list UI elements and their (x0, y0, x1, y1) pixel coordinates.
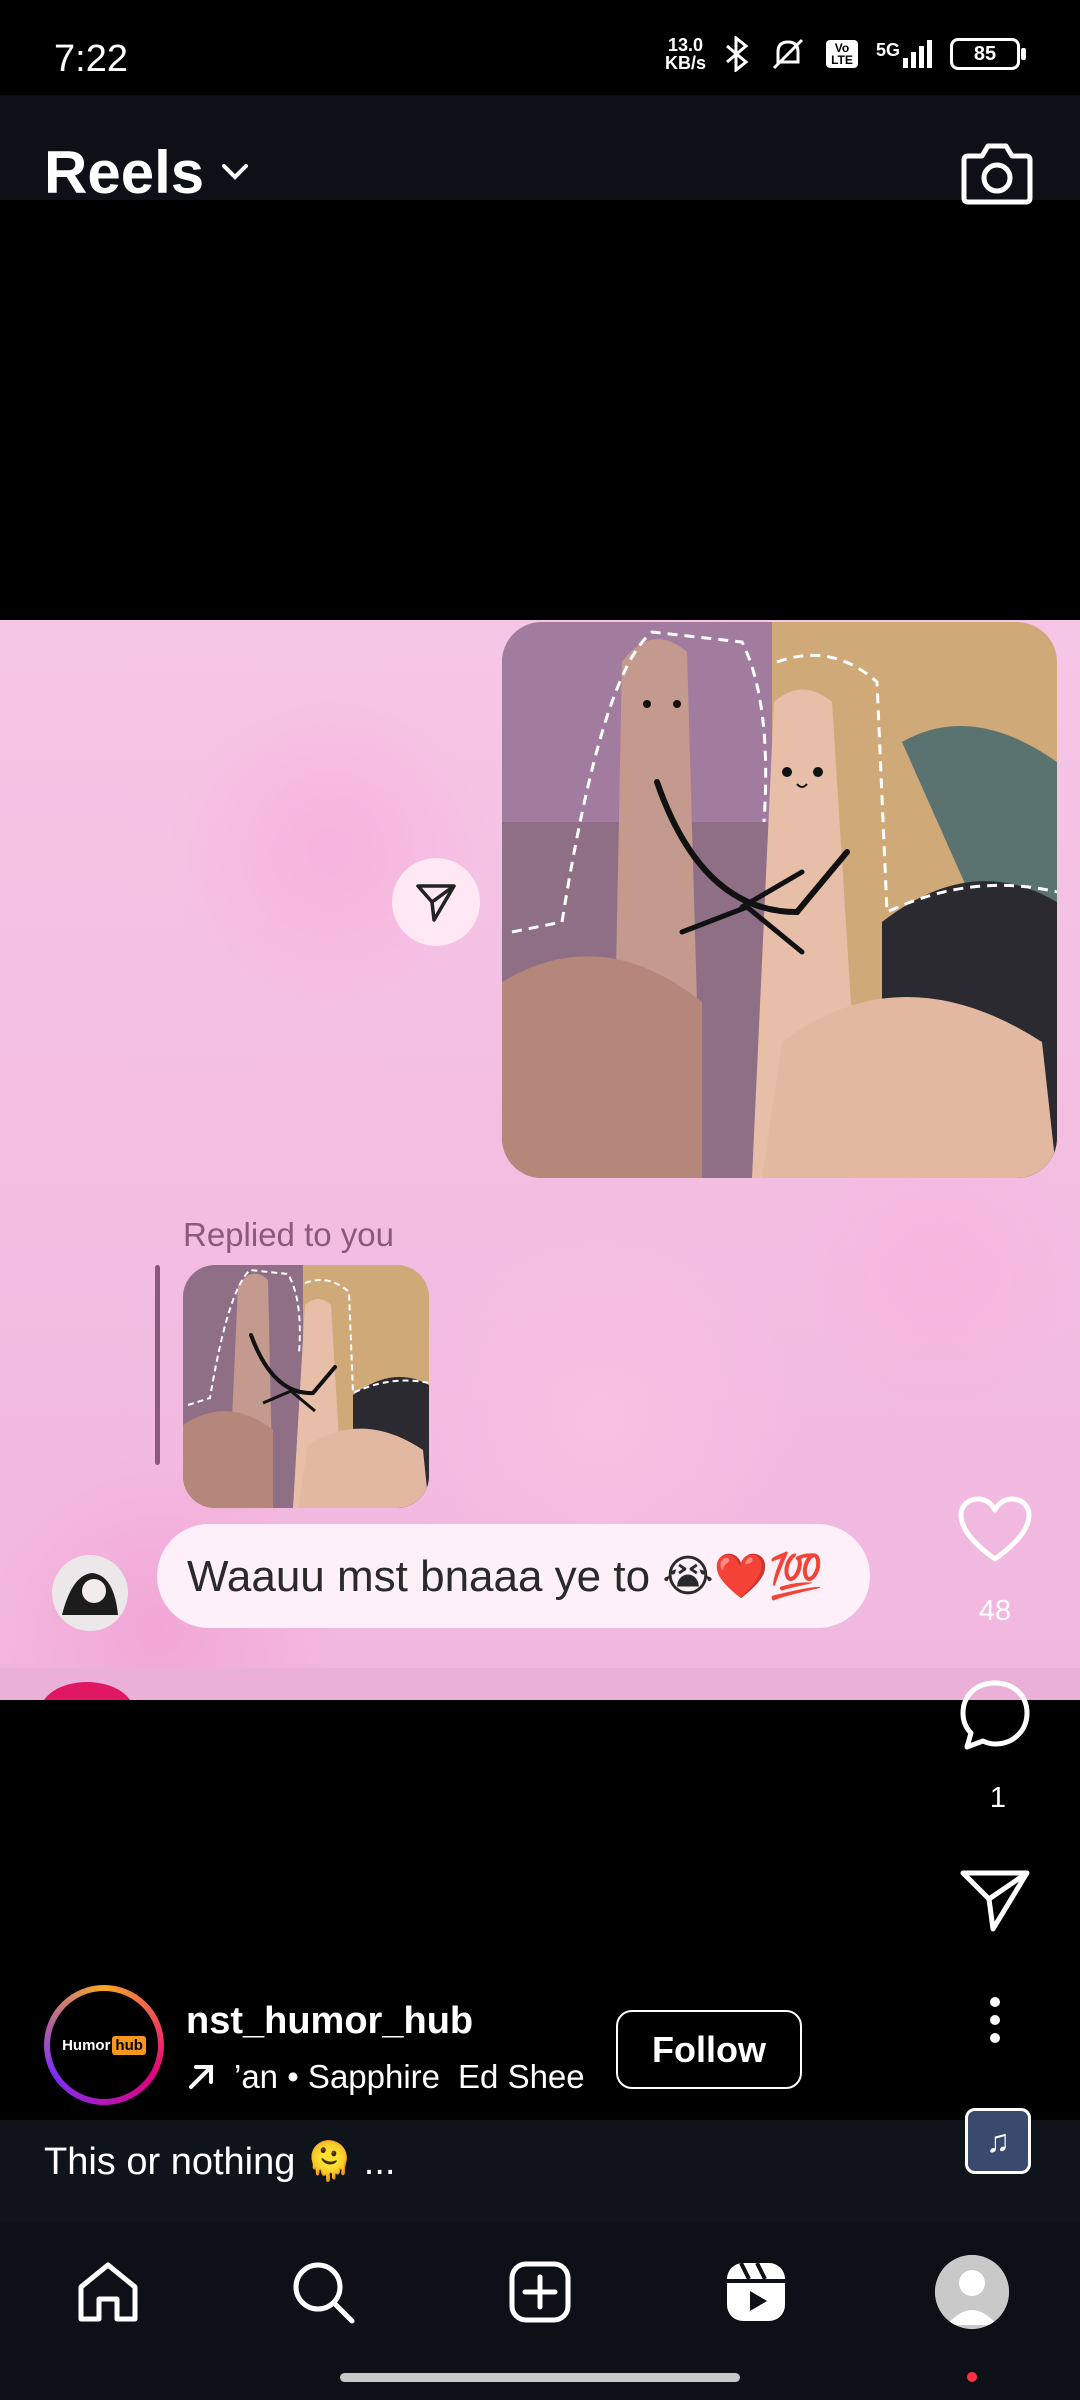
reply-quote-bar (155, 1265, 160, 1465)
message-bubble: Waauu mst bnaaa ye to 😭❤️💯 (157, 1524, 870, 1628)
status-icons: 13.0 KB/s Vo LTE 5G 85 (664, 35, 1026, 73)
humorhub-logo: Humor hub (62, 2035, 146, 2055)
author-avatar[interactable]: Humor hub (44, 1985, 164, 2105)
signal-icon: 5G (876, 40, 932, 68)
profile-avatar (935, 2255, 1009, 2329)
sender-avatar (52, 1555, 128, 1631)
network-type: 5G (875, 40, 900, 60)
next-message-strip (0, 1668, 1080, 1700)
replied-photo-thumbnail (183, 1265, 429, 1508)
comment-button[interactable] (955, 1675, 1035, 1755)
more-vertical-icon (990, 1997, 1000, 2043)
send-icon (960, 1870, 1030, 1932)
nav-reels[interactable] (716, 2252, 796, 2332)
arrow-up-right-icon (189, 2065, 213, 2089)
like-button[interactable] (955, 1490, 1035, 1570)
bluetooth-icon (726, 36, 749, 72)
camera-icon[interactable] (960, 140, 1034, 206)
home-icon (78, 2262, 138, 2322)
search-icon (293, 2262, 355, 2324)
network-speed: 13.0 KB/s (664, 35, 706, 73)
add-post-icon (509, 2261, 571, 2323)
home-indicator[interactable] (340, 2373, 740, 2382)
music-note-icon: ♫ (986, 2122, 1010, 2159)
share-photo-button[interactable] (392, 858, 480, 946)
audio-thumbnail[interactable]: ♫ (965, 2108, 1031, 2174)
reel-video[interactable]: Replied to you Waauu mst bnaaa ye to 😭❤️… (0, 620, 1080, 1700)
mute-icon (772, 38, 804, 70)
shared-photo (502, 622, 1057, 1178)
replied-label: Replied to you (183, 1216, 394, 1253)
message-text: Waauu mst bnaaa ye to 😭❤️💯 (187, 1552, 824, 1601)
audio-info[interactable]: ’an • Sapphire Ed Shee (186, 2057, 591, 2097)
nav-home[interactable] (68, 2252, 148, 2332)
nav-search[interactable] (283, 2252, 363, 2332)
heart-icon (958, 1496, 1032, 1562)
audio-artist: Ed Shee (458, 2058, 585, 2095)
page-title[interactable]: Reels (44, 138, 204, 207)
nav-create[interactable] (500, 2252, 580, 2332)
send-icon (416, 884, 456, 922)
more-options-button[interactable] (955, 1985, 1035, 2055)
comment-count: 1 (989, 1782, 1007, 1814)
battery-icon: 85 (950, 38, 1026, 70)
audio-track: ’an • Sapphire (234, 2058, 441, 2095)
follow-button[interactable]: Follow (616, 2010, 802, 2089)
profile-notification-dot (967, 2372, 977, 2382)
comment-icon (960, 1680, 1030, 1750)
chevron-down-icon[interactable] (218, 155, 252, 189)
reel-caption[interactable]: This or nothing 🫠 ... (44, 2140, 395, 2184)
status-time: 7:22 (54, 38, 128, 80)
author-username[interactable]: nst_humor_hub (186, 2000, 473, 2043)
volte-icon: Vo LTE (825, 40, 858, 68)
like-count: 48 (978, 1595, 1012, 1627)
share-button[interactable] (955, 1860, 1035, 1940)
reels-icon (727, 2262, 785, 2321)
nav-profile[interactable] (932, 2252, 1012, 2332)
